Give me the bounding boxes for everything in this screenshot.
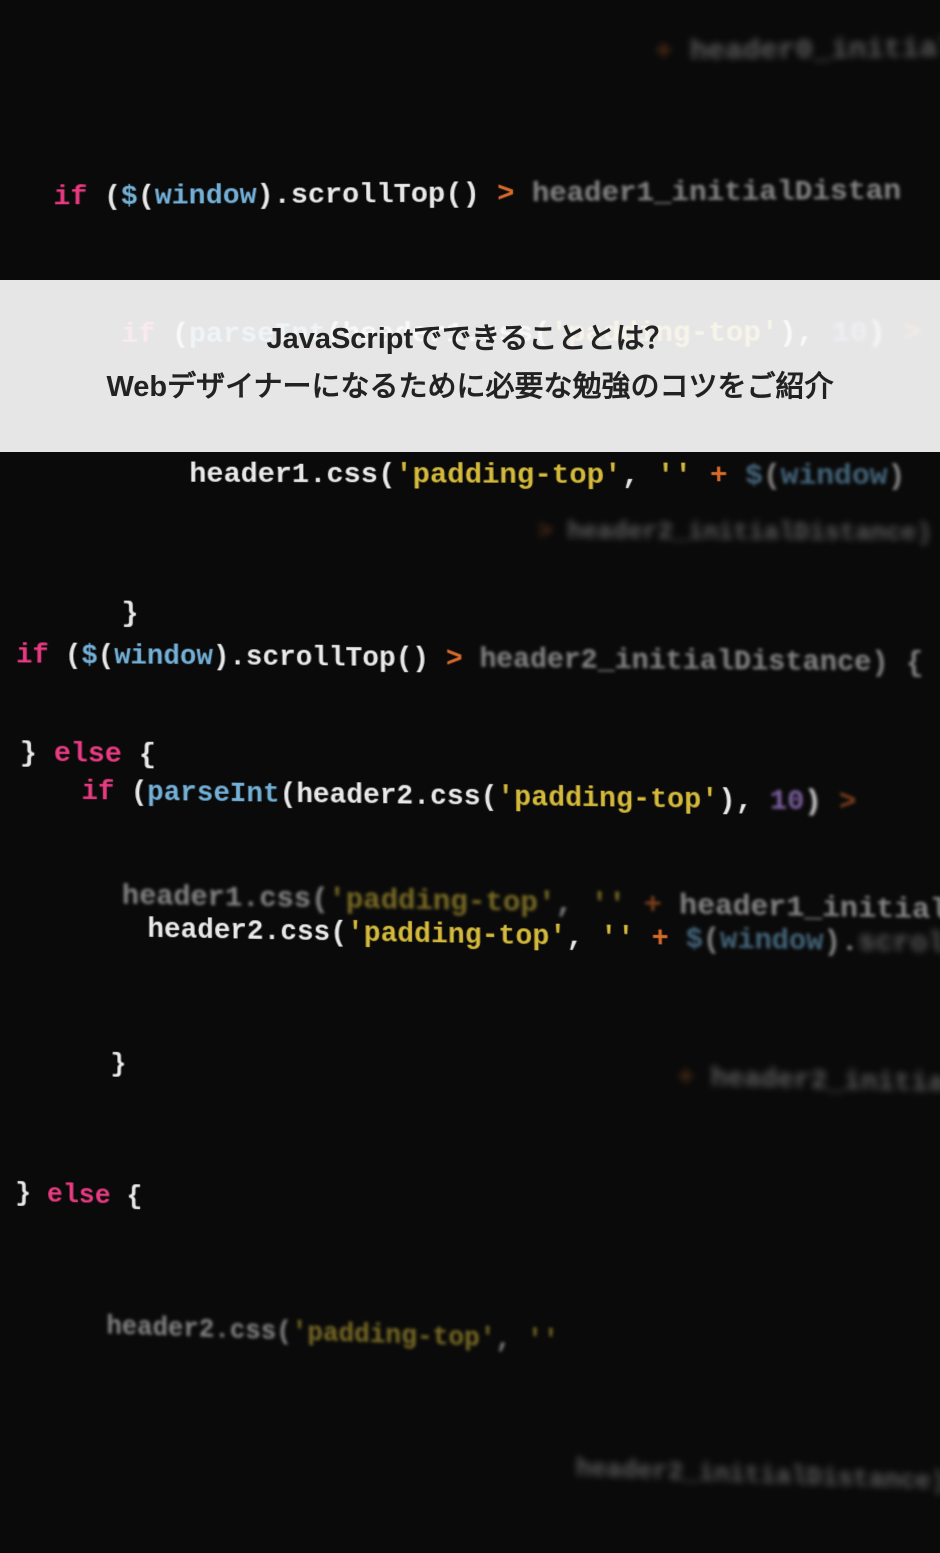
title-line-1: JavaScriptでできることとは？ [20,316,920,364]
code-line: if (parseInt(header2.css('padding-top'),… [0,724,940,876]
code-line: > header2_initialDistance) { [0,470,940,596]
code-line: header2.css('padding-top', '' + $(window… [0,859,940,1016]
code-line: if ($(window).scrollTop() > header1_init… [0,121,940,268]
code-line: + header0_initial [0,0,940,130]
code-block-bottom: > header2_initialDistance) { if ($(windo… [0,470,940,1549]
title-banner: JavaScriptでできることとは？ Webデザイナーになるために必要な勉強の… [0,280,940,452]
code-line: if ($(window).scrollTop() > header2_init… [0,589,940,735]
title-line-2: Webデザイナーになるために必要な勉強のコツをご紹介 [20,364,920,412]
code-line: } + header2_initialPadding [0,995,940,1152]
